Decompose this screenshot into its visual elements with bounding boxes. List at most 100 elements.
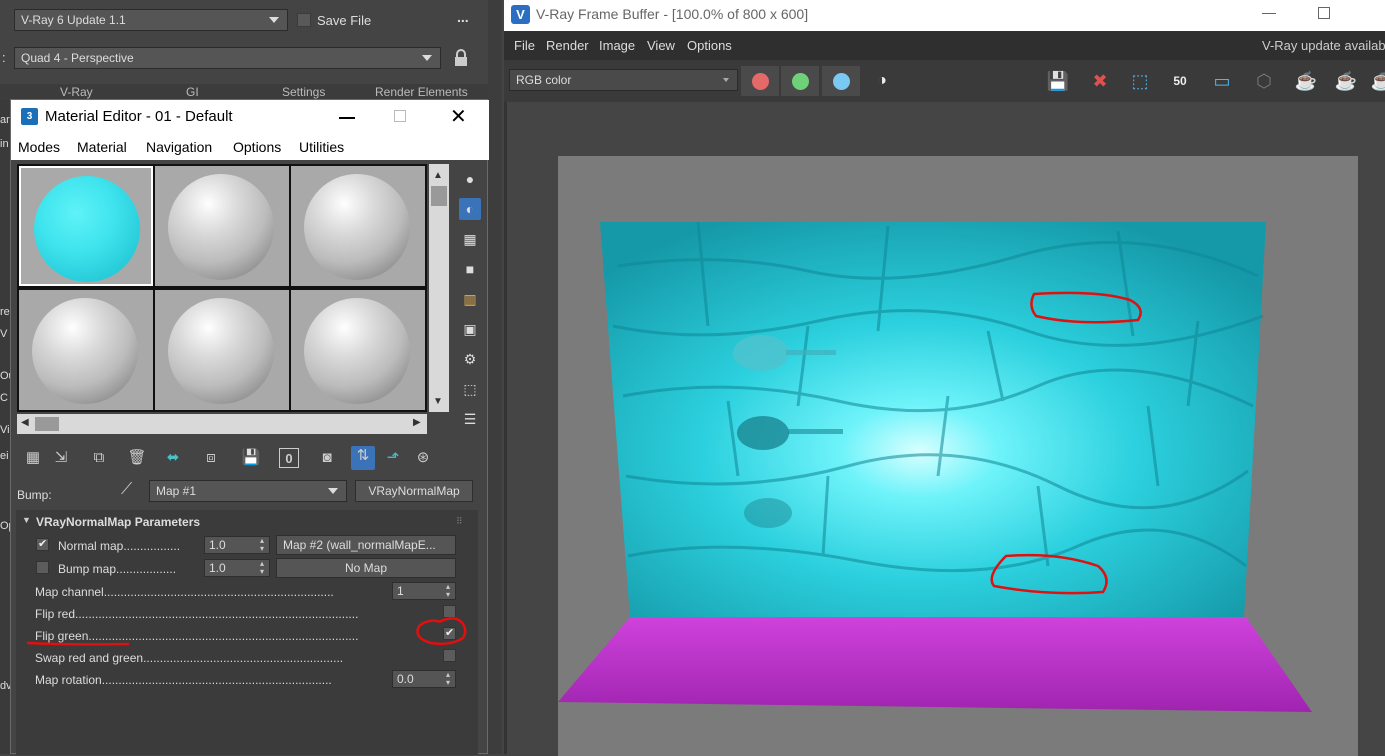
renderer-dropdown[interactable]: V-Ray 6 Update 1.1 [14, 9, 288, 31]
material-sphere [304, 298, 410, 404]
menu-view[interactable]: View [647, 38, 675, 53]
go-forward-sibling-icon[interactable]: ⊛ [413, 448, 433, 468]
material-slot[interactable] [291, 166, 425, 286]
save-file-checkbox[interactable] [297, 13, 311, 27]
clear-image-icon[interactable]: ✖ [1086, 68, 1114, 94]
bump-map-button[interactable]: No Map [276, 558, 456, 578]
menu-modes[interactable]: Modes [18, 139, 60, 155]
red-channel-button[interactable] [741, 66, 779, 96]
material-map-navigator-icon[interactable]: ☰ [459, 408, 481, 430]
get-material-icon[interactable]: ▦ [23, 448, 43, 468]
material-sphere [168, 174, 274, 280]
more-button[interactable]: ... [457, 9, 469, 25]
menu-navigation[interactable]: Navigation [146, 139, 212, 155]
tab-gi[interactable]: GI [186, 84, 199, 100]
make-preview-icon[interactable]: ▣ [459, 318, 481, 340]
material-slot[interactable] [155, 290, 289, 410]
map-channel-spinner[interactable]: 1 [392, 582, 456, 600]
blue-channel-button[interactable] [822, 66, 860, 96]
scroll-right-icon[interactable]: ▶ [413, 417, 421, 428]
material-slot[interactable] [19, 290, 153, 410]
material-slot[interactable] [155, 166, 289, 286]
region-render-icon[interactable]: ⬚ [1126, 68, 1154, 94]
lock-icon[interactable] [453, 49, 469, 67]
strip-text: re [0, 306, 10, 318]
follow-mouse-icon[interactable]: ▭ [1208, 68, 1236, 94]
zoom-level-badge[interactable]: 50 [1166, 68, 1194, 94]
slots-horizontal-scrollbar[interactable]: ◀ ▶ [17, 414, 427, 434]
bump-map-label: Bump map.................. [58, 562, 177, 576]
strip-text: C [0, 392, 8, 404]
material-slot-active[interactable] [19, 166, 153, 286]
view-dropdown[interactable]: Quad 4 - Perspective [14, 47, 441, 69]
scroll-left-icon[interactable]: ◀ [21, 417, 29, 428]
update-notice[interactable]: V-Ray update available [1262, 38, 1385, 53]
tab-vray[interactable]: V-Ray [60, 84, 93, 100]
drag-handle-icon[interactable]: ⠿ [456, 516, 463, 527]
green-channel-button[interactable] [781, 66, 819, 96]
minimize-icon[interactable] [1262, 13, 1276, 14]
show-shaded-icon[interactable]: ◙ [317, 448, 337, 468]
save-image-icon[interactable]: 💾 [1044, 68, 1072, 94]
menu-utilities[interactable]: Utilities [299, 139, 344, 155]
rollout-title[interactable]: VRayNormalMap Parameters [36, 515, 200, 529]
video-color-check-icon[interactable]: ▥ [459, 288, 481, 310]
menu-options[interactable]: Options [687, 38, 732, 53]
material-id-icon[interactable]: ⧈ [201, 448, 221, 468]
select-by-material-icon[interactable]: ⬚ [459, 378, 481, 400]
render-teapot-icon[interactable]: ☕ [1292, 68, 1320, 94]
chevron-down-icon [422, 55, 432, 61]
scroll-thumb[interactable] [431, 186, 447, 206]
strip-text: ar [0, 114, 10, 126]
bump-map-amount[interactable]: 1.0 [204, 559, 270, 577]
menu-file[interactable]: File [514, 38, 535, 53]
scroll-up-icon[interactable]: ▲ [433, 170, 443, 181]
make-unique-icon[interactable]: ⬌ [163, 448, 183, 468]
slots-vertical-scrollbar[interactable]: ▲ ▼ [429, 164, 449, 412]
normal-map-button[interactable]: Map #2 (wall_normalMapE... [276, 535, 456, 555]
collapse-triangle-icon[interactable]: ▼ [22, 515, 31, 525]
effects-channel-button[interactable]: 0 [279, 448, 299, 468]
map-slot-dropdown[interactable]: Map #1 [149, 480, 347, 502]
close-icon[interactable]: ✕ [450, 104, 467, 129]
menu-material[interactable]: Material [77, 139, 127, 155]
options-icon[interactable]: ⚙ [459, 348, 481, 370]
delete-icon[interactable]: 🗑 [127, 448, 147, 468]
save-icon[interactable]: 💾 [241, 448, 261, 468]
render-settings-icon[interactable]: ☕ [1368, 68, 1385, 94]
backlight-icon[interactable]: ◐ [459, 198, 481, 220]
strip-text: in [0, 138, 9, 150]
channel-dropdown[interactable]: RGB color [509, 69, 738, 91]
assign-to-selection-icon[interactable]: ⧉ [89, 448, 109, 468]
sample-uv-icon[interactable]: ■ [459, 258, 481, 280]
minimize-icon[interactable] [339, 117, 355, 119]
mono-mode-icon[interactable]: ◑ [868, 68, 896, 94]
vray-logo-icon: V [511, 5, 530, 24]
map-type-button[interactable]: VRayNormalMap [355, 480, 473, 502]
chevron-down-icon [723, 78, 729, 82]
scroll-down-icon[interactable]: ▼ [433, 396, 443, 407]
track-mouse-icon[interactable]: ⬡ [1250, 68, 1278, 94]
normal-map-checkbox[interactable]: ✔ [36, 538, 49, 551]
map-rotation-spinner[interactable]: 0.0 [392, 670, 456, 688]
tab-render-elements[interactable]: Render Elements [375, 84, 468, 100]
interactive-render-icon[interactable]: ☕ [1332, 68, 1360, 94]
menu-render[interactable]: Render [546, 38, 589, 53]
material-sphere [304, 174, 410, 280]
go-to-parent-icon[interactable]: ⬏ [383, 448, 403, 468]
panel-scrollbar[interactable] [488, 0, 502, 754]
frame-buffer-menubar: File Render Image View Options V-Ray upd… [504, 31, 1385, 60]
scroll-thumb[interactable] [35, 417, 59, 431]
menu-options[interactable]: Options [233, 139, 281, 155]
maximize-icon[interactable] [1318, 7, 1330, 19]
bump-map-checkbox[interactable] [36, 561, 49, 574]
put-to-scene-icon[interactable]: ⇲ [51, 448, 71, 468]
material-slot[interactable] [291, 290, 425, 410]
background-checker-icon[interactable]: ▦ [459, 228, 481, 250]
eyedropper-icon[interactable]: ⟋ [121, 481, 132, 499]
show-end-result-icon[interactable]: ⇅ [351, 446, 375, 470]
normal-map-amount[interactable]: 1.0 [204, 536, 270, 554]
tab-settings[interactable]: Settings [282, 84, 325, 100]
sample-type-icon[interactable]: ● [459, 168, 481, 190]
menu-image[interactable]: Image [599, 38, 635, 53]
